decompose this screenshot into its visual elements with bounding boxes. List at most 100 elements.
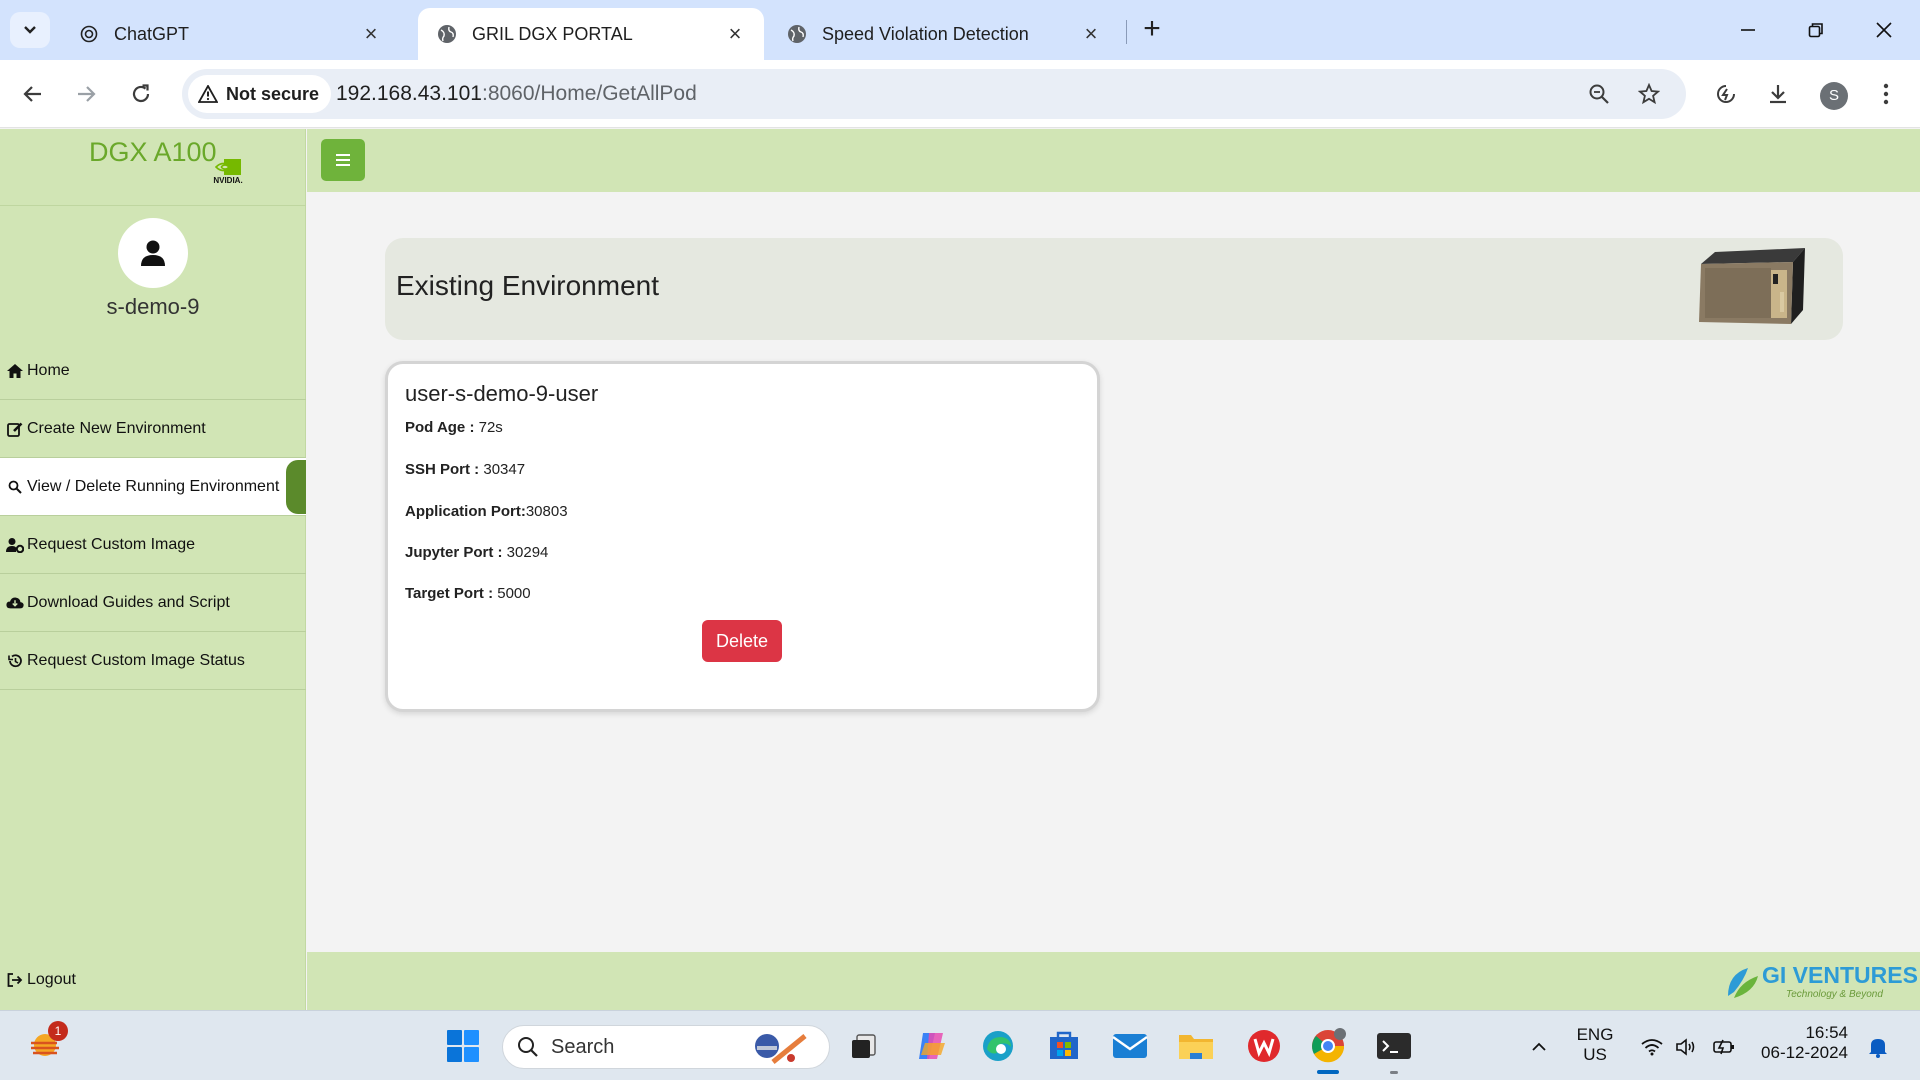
logout-link[interactable]: Logout: [6, 971, 76, 989]
language-indicator[interactable]: ENG US: [1572, 1025, 1618, 1065]
web-page: DGX A100 NVIDIA. s-demo-9 Home Create Ne…: [0, 129, 1920, 1010]
sidebar-item-download-guides[interactable]: Download Guides and Script: [0, 574, 306, 632]
minimize-button[interactable]: [1728, 14, 1768, 46]
hamburger-line: [336, 159, 350, 161]
sidebar-item-label: View / Delete Running Environment: [27, 477, 280, 495]
gi-ventures-title: GI VENTURES: [1762, 962, 1918, 988]
restore-button[interactable]: [1796, 14, 1836, 46]
pod-age-row: Pod Age : 72s: [405, 419, 503, 436]
browser-menu-button[interactable]: [1866, 74, 1906, 114]
tab-gril-dgx-portal[interactable]: GRIL DGX PORTAL ×: [418, 8, 764, 60]
ssh-port-value: 30347: [479, 461, 526, 478]
pod-age-label: Pod Age :: [405, 419, 475, 436]
clock[interactable]: 16:54 06-12-2024: [1756, 1023, 1848, 1063]
wps-office-button[interactable]: [1244, 1026, 1284, 1066]
start-button[interactable]: [443, 1026, 483, 1066]
application-port-row: Application Port:30803: [405, 503, 568, 520]
language-label: ENG: [1576, 1025, 1614, 1044]
volume-icon[interactable]: [1674, 1035, 1698, 1059]
zoom-button[interactable]: [1584, 79, 1614, 109]
tab-title: GRIL DGX PORTAL: [472, 23, 633, 44]
tab-title: ChatGPT: [114, 23, 190, 44]
close-window-button[interactable]: [1864, 14, 1904, 46]
mail-button[interactable]: [1110, 1026, 1150, 1066]
url-host: 192.168.43.101: [336, 82, 482, 105]
folder-icon: [1179, 1035, 1213, 1059]
sidebar-item-label: Create New Environment: [27, 419, 206, 437]
magnifier-icon: [6, 478, 24, 496]
reload-button[interactable]: [121, 74, 161, 114]
reload-icon: [132, 84, 150, 103]
application-port-label: Application Port:: [405, 503, 526, 520]
sidebar-menu: Home Create New Environment View / Delet…: [0, 342, 306, 690]
warning-icon: [198, 85, 218, 103]
tab-divider: [1126, 20, 1127, 44]
sidebar-item-view-delete-environment[interactable]: View / Delete Running Environment: [0, 458, 306, 516]
date-label: 06-12-2024: [1761, 1043, 1848, 1062]
close-icon[interactable]: ×: [360, 23, 382, 45]
store-button[interactable]: [1044, 1026, 1084, 1066]
logout-icon: [6, 971, 24, 989]
terminal-button[interactable]: [1374, 1026, 1414, 1074]
hamburger-line: [336, 164, 350, 166]
performance-icon: [1717, 85, 1735, 103]
battery-icon[interactable]: [1712, 1035, 1736, 1059]
chatgpt-icon: [78, 23, 100, 45]
menu-toggle-button[interactable]: [321, 139, 365, 181]
sidebar-item-home[interactable]: Home: [0, 342, 306, 400]
time-label: 16:54: [1805, 1023, 1848, 1042]
file-explorer-button[interactable]: [1176, 1026, 1216, 1066]
edge-icon: [983, 1031, 1013, 1061]
zoom-icon: [1589, 84, 1609, 104]
notifications-button[interactable]: [1866, 1035, 1890, 1059]
gi-leaf-icon: [1728, 968, 1758, 998]
new-tab-button[interactable]: +: [1136, 14, 1168, 46]
tab-search-button[interactable]: [10, 12, 50, 48]
terminal-icon: [1377, 1033, 1411, 1059]
edge-button[interactable]: [978, 1026, 1018, 1066]
sidebar-item-label: Download Guides and Script: [27, 593, 230, 611]
page-title: Existing Environment: [396, 270, 660, 301]
security-chip[interactable]: Not secure: [188, 75, 332, 113]
sidebar-item-custom-image-status[interactable]: Request Custom Image Status: [0, 632, 306, 690]
chrome-button[interactable]: [1308, 1026, 1348, 1074]
profile-avatar[interactable]: S: [1820, 82, 1848, 110]
taskbar-search[interactable]: Search: [502, 1025, 830, 1069]
mail-icon: [1112, 1034, 1148, 1058]
back-button[interactable]: [13, 74, 53, 114]
url-text[interactable]: 192.168.43.101:8060/Home/GetAllPod: [336, 82, 697, 106]
brand-title: DGX A100: [89, 137, 217, 167]
tab-chatgpt[interactable]: ChatGPT ×: [60, 8, 400, 60]
show-hidden-icons-button[interactable]: [1527, 1035, 1551, 1059]
jupyter-port-row: Jupyter Port : 30294: [405, 544, 548, 561]
downloads-button[interactable]: [1758, 74, 1798, 114]
performance-button[interactable]: [1706, 74, 1746, 114]
sidebar-item-label: Request Custom Image Status: [27, 651, 245, 669]
brand: DGX A100 NVIDIA.: [0, 129, 306, 206]
jupyter-port-label: Jupyter Port :: [405, 544, 503, 561]
close-icon[interactable]: ×: [1080, 23, 1102, 45]
copilot-button[interactable]: [912, 1026, 952, 1066]
sidebar-item-request-custom-image[interactable]: Request Custom Image: [0, 516, 306, 574]
address-bar[interactable]: Not secure 192.168.43.101:8060/Home/GetA…: [182, 69, 1686, 119]
wifi-icon[interactable]: [1640, 1035, 1664, 1059]
delete-button[interactable]: Delete: [702, 620, 782, 662]
target-port-value: 5000: [493, 585, 531, 602]
sidebar-item-create-environment[interactable]: Create New Environment: [0, 400, 306, 458]
target-port-row: Target Port : 5000: [405, 585, 531, 602]
bookmark-button[interactable]: [1634, 79, 1664, 109]
tab-speed-violation[interactable]: Speed Violation Detection ×: [768, 8, 1120, 60]
browser-tab-bar: ChatGPT × GRIL DGX PORTAL × Speed Violat…: [0, 0, 1920, 60]
globe-icon: [436, 23, 458, 45]
page-footer: GI VENTURES Technology & Beyond: [307, 952, 1920, 1010]
task-view-button[interactable]: [844, 1026, 884, 1066]
chrome-icon: [1312, 1028, 1346, 1063]
nvidia-wordmark: NVIDIA.: [213, 176, 243, 185]
application-port-value: 30803: [525, 503, 568, 520]
close-icon[interactable]: ×: [724, 23, 746, 45]
logout-label: Logout: [27, 971, 76, 988]
forward-button[interactable]: [66, 74, 106, 114]
avatar: [118, 218, 188, 288]
url-path: :8060/Home/GetAllPod: [481, 82, 697, 105]
ssh-port-label: SSH Port :: [405, 461, 480, 478]
